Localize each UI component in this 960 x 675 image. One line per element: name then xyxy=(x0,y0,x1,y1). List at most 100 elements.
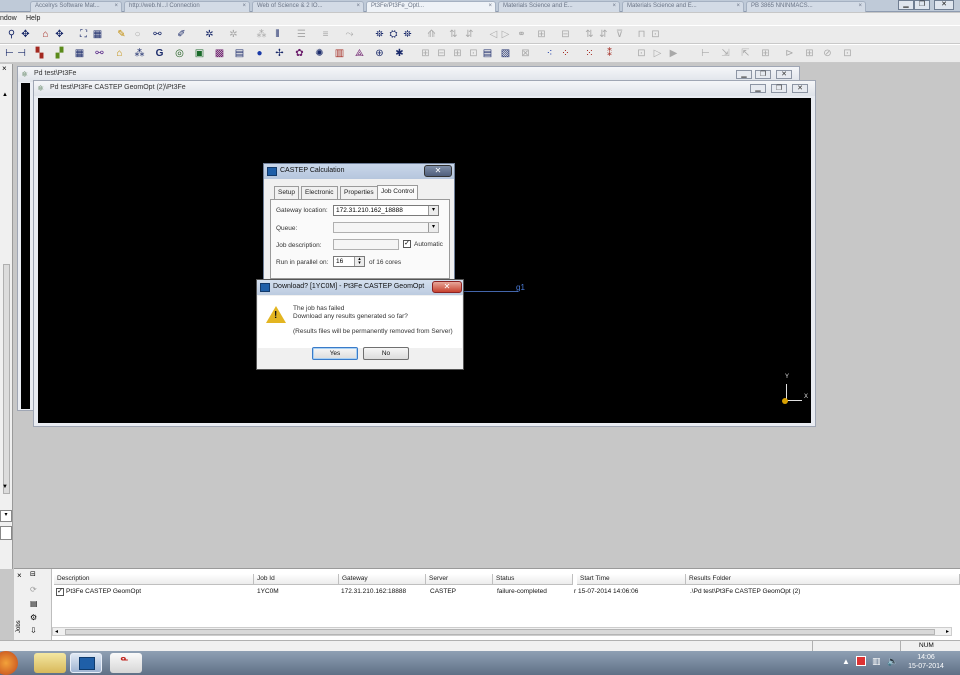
supercell-icon[interactable]: ⛯ xyxy=(402,29,413,40)
flag-icon[interactable] xyxy=(856,656,866,666)
cores-spinner[interactable]: 16 ▴ ▾ xyxy=(333,256,365,267)
pencil-icon[interactable]: ✎ xyxy=(116,29,127,40)
no-button[interactable]: No xyxy=(363,347,409,360)
cell-icon[interactable]: ⛯ xyxy=(374,29,385,40)
scroll-left-icon[interactable]: ◂ xyxy=(55,628,58,635)
crystal-icon[interactable]: ⛭ xyxy=(388,29,399,40)
module-icon[interactable]: ✿ xyxy=(294,48,305,59)
browser-tab[interactable]: http://web.hl...l Connection × xyxy=(124,1,250,12)
module-icon[interactable]: ✱ xyxy=(394,48,405,59)
translate-icon[interactable]: ✥ xyxy=(54,29,65,40)
server-icon[interactable]: ▤ xyxy=(30,599,38,608)
grid-icon[interactable]: ▦ xyxy=(92,29,103,40)
module-icon[interactable]: ⊣ xyxy=(16,48,27,59)
module-icon[interactable]: ⁖ xyxy=(544,48,555,59)
module-icon[interactable]: ⊕ xyxy=(374,48,385,59)
minimize-button[interactable]: ▁ xyxy=(750,84,766,93)
atom-icon[interactable]: ✲ xyxy=(204,29,215,40)
module-icon[interactable]: ▧ xyxy=(500,48,511,59)
module-icon[interactable]: ▞ xyxy=(54,48,65,59)
column-header-server[interactable]: Server xyxy=(426,574,493,585)
scrollbar-thumb[interactable] xyxy=(65,629,935,635)
tab-setup[interactable]: Setup xyxy=(274,186,299,199)
fit-icon[interactable]: ⛶ xyxy=(78,29,89,40)
tray-show-hidden-icon[interactable]: ▲ xyxy=(842,657,850,666)
table-row[interactable]: ✓ Pt3Fe CASTEP GeomOpt 1YC0M 172.31.210.… xyxy=(54,586,960,598)
close-button[interactable]: ✕ xyxy=(432,281,462,293)
dropdown-toggle[interactable]: ▾ xyxy=(0,510,12,522)
browser-tab[interactable]: Materials Science and E... × xyxy=(498,1,620,12)
gateway-select[interactable]: 172.31.210.162_18888 ▾ xyxy=(333,205,439,216)
vertical-scrollbar[interactable] xyxy=(3,264,10,494)
module-icon[interactable]: ◎ xyxy=(174,48,185,59)
row-checkbox[interactable]: ✓ xyxy=(56,588,64,596)
move-icon[interactable]: ✥ xyxy=(20,29,31,40)
download-icon[interactable]: ⇩ xyxy=(30,626,37,635)
maximize-button[interactable]: ❐ xyxy=(755,70,771,79)
close-button[interactable]: ✕ xyxy=(792,84,808,93)
scroll-up-icon[interactable]: ▲ xyxy=(2,92,8,98)
module-icon[interactable]: ▣ xyxy=(194,48,205,59)
horizontal-scrollbar[interactable]: ◂ ▸ xyxy=(52,627,952,636)
module-icon[interactable]: ⊢ xyxy=(4,48,15,59)
restore-button[interactable]: ❐ xyxy=(914,0,930,10)
clock[interactable]: 14:06 15-07-2014 xyxy=(906,653,946,671)
module-icon[interactable]: ⁘ xyxy=(560,48,571,59)
tab-job-control[interactable]: Job Control xyxy=(377,185,419,200)
scroll-down-icon[interactable]: ▼ xyxy=(2,484,8,490)
module-icon[interactable]: ▚ xyxy=(34,48,45,59)
close-icon[interactable]: × xyxy=(17,571,22,580)
module-icon[interactable]: ▩ xyxy=(214,48,225,59)
browser-tab[interactable]: Accelrys Software Mat... × xyxy=(30,1,122,12)
column-header-gateway[interactable]: Gateway xyxy=(339,574,426,585)
materials-studio-icon[interactable] xyxy=(70,653,102,673)
module-icon[interactable]: ▥ xyxy=(334,48,345,59)
property-field[interactable] xyxy=(0,526,12,540)
column-header-status[interactable]: Status xyxy=(493,574,573,585)
browser-tab[interactable]: Web of Science & 2 IO... × xyxy=(252,1,364,12)
network-icon[interactable]: ▥ xyxy=(872,656,881,667)
refresh-icon[interactable]: ⟳ xyxy=(30,585,37,594)
module-icon[interactable]: ⟁ xyxy=(354,48,365,59)
menu-window[interactable]: ndow xyxy=(0,15,17,22)
zoom-icon[interactable]: ⚲ xyxy=(6,29,17,40)
bond-icon[interactable]: ⚯ xyxy=(152,29,163,40)
close-button[interactable]: ✕ xyxy=(776,70,792,79)
minimize-button[interactable]: ▁ xyxy=(736,70,752,79)
module-icon[interactable]: ● xyxy=(254,48,265,59)
job-description-input[interactable] xyxy=(333,239,399,250)
measure-icon[interactable]: ⦀ xyxy=(272,29,283,40)
pdf-reader-icon[interactable]: ᓐ xyxy=(110,653,142,673)
pin-icon[interactable]: ⊟ xyxy=(30,570,36,578)
tab-properties[interactable]: Properties xyxy=(340,186,378,199)
column-header-results-folder[interactable]: Results Folder xyxy=(686,574,960,585)
menu-help[interactable]: Help xyxy=(26,15,40,22)
queue-select[interactable]: ▾ xyxy=(333,222,439,233)
home-icon[interactable]: ⌂ xyxy=(40,29,51,40)
column-header-description[interactable]: Description xyxy=(54,574,254,585)
close-button[interactable]: ✕ xyxy=(424,165,452,177)
automatic-checkbox[interactable]: ✓ xyxy=(403,240,411,248)
spinner-arrows-icon[interactable]: ▴ ▾ xyxy=(354,257,364,266)
draw-icon[interactable]: ✐ xyxy=(176,29,187,40)
module-icon[interactable]: ▤ xyxy=(482,48,493,59)
scroll-right-icon[interactable]: ▸ xyxy=(946,628,949,635)
firefox-icon[interactable] xyxy=(0,651,18,675)
module-icon[interactable]: ▦ xyxy=(74,48,85,59)
module-icon[interactable]: ⁙ xyxy=(584,48,595,59)
column-header-job-id[interactable]: Job Id xyxy=(254,574,339,585)
yes-button[interactable]: Yes xyxy=(312,347,358,360)
maximize-button[interactable]: ❐ xyxy=(771,84,787,93)
explorer-icon[interactable] xyxy=(34,653,66,673)
close-icon[interactable]: × xyxy=(2,64,7,73)
module-icon[interactable]: ⚯ xyxy=(94,48,105,59)
browser-tab[interactable]: PB 3865 NNINMACS... × xyxy=(746,1,866,12)
browser-tab-active[interactable]: Pt3Fe/Pt3Fe_Optl... × xyxy=(366,1,496,12)
module-icon[interactable]: ⁑ xyxy=(604,48,615,59)
column-header-start-time[interactable]: Start Time xyxy=(577,574,686,585)
close-button[interactable]: ✕ xyxy=(934,0,954,10)
module-icon[interactable]: ⌂ xyxy=(114,48,125,59)
browser-tab[interactable]: Materials Science and E... × xyxy=(622,1,744,12)
tab-electronic[interactable]: Electronic xyxy=(301,186,338,199)
module-icon[interactable]: ✢ xyxy=(274,48,285,59)
